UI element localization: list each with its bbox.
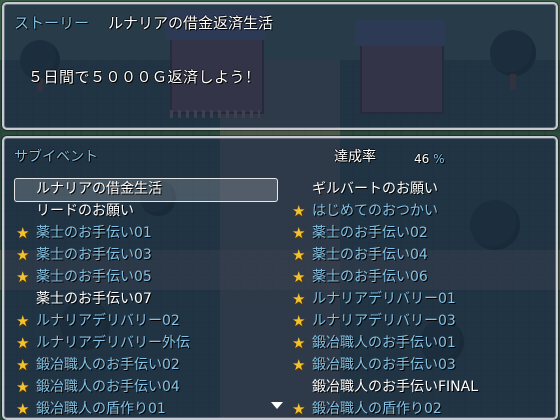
subevent-item[interactable]: ★ 薬士のお手伝い05	[16, 266, 286, 288]
star-icon: ★	[292, 312, 306, 330]
star-icon: ★	[292, 400, 306, 418]
subevent-item[interactable]: ★ 鍛冶職人のお手伝い04	[16, 376, 286, 398]
subevent-item-label: ルナリアデリバリー03	[312, 313, 456, 329]
star-icon: ★	[292, 224, 306, 242]
star-icon: ★	[16, 334, 30, 352]
subevent-item[interactable]: 鍛冶職人のお手伝いFINAL	[292, 376, 560, 398]
subevent-item-label: ギルバートのお願い	[312, 181, 438, 197]
subevent-window: サブイベント 達成率 46 % ルナリアの借金生活 リードのお願い ★ 薬士のお手伝い…	[2, 136, 558, 420]
subevent-item[interactable]: ★ 薬士のお手伝い03	[16, 244, 286, 266]
subevent-item[interactable]: ★ 鍛冶職人のお手伝い01	[292, 332, 560, 354]
subevent-item[interactable]: ★ ルナリアデリバリー03	[292, 310, 560, 332]
completion-rate-number: 46	[414, 152, 430, 166]
subevent-item-label: 鍛冶職人の盾作り02	[312, 401, 442, 417]
scroll-down-arrow-icon[interactable]	[271, 402, 283, 409]
subevent-item-label: 鍛冶職人のお手伝い03	[312, 357, 456, 373]
star-icon: ★	[16, 224, 30, 242]
star-icon: ★	[16, 312, 30, 330]
completion-rate-label: 達成率	[334, 149, 376, 165]
subevent-item-label: 薬士のお手伝い07	[36, 291, 152, 307]
subevent-item-label: 薬士のお手伝い04	[312, 247, 428, 263]
subevent-item[interactable]: ギルバートのお願い	[292, 178, 560, 200]
subevent-item[interactable]: ルナリアの借金生活	[16, 178, 286, 200]
subevent-item-label: 鍛冶職人のお手伝い04	[36, 379, 180, 395]
subevent-item-label: 鍛冶職人のお手伝い02	[36, 357, 180, 373]
subevent-item[interactable]: ★ 薬士のお手伝い04	[292, 244, 560, 266]
subevent-item[interactable]: ★ 薬士のお手伝い01	[16, 222, 286, 244]
subevent-item-label: ルナリアデリバリー01	[312, 291, 456, 307]
subevent-item-label: ルナリアの借金生活	[36, 181, 162, 197]
subevent-item[interactable]: リードのお願い	[16, 200, 286, 222]
subevent-item-label: 鍛冶職人の盾作り01	[36, 401, 166, 417]
star-icon: ★	[16, 356, 30, 374]
subevent-header: サブイベント	[14, 149, 98, 165]
subevent-item-label: はじめてのおつかい	[312, 203, 438, 219]
subevent-item-label: リードのお願い	[36, 203, 134, 219]
star-icon: ★	[16, 246, 30, 264]
story-goal-text: ５日間で５０００Ｇ返済しよう！	[28, 68, 261, 86]
subevent-item[interactable]: ★ 薬士のお手伝い06	[292, 266, 560, 288]
subevent-item-label: 薬士のお手伝い02	[312, 225, 428, 241]
star-icon: ★	[292, 202, 306, 220]
completion-rate-value: 46 %	[414, 150, 445, 168]
subevent-item[interactable]: ★ 鍛冶職人のお手伝い03	[292, 354, 560, 376]
subevent-item[interactable]: ★ 鍛冶職人の盾作り02	[292, 398, 560, 420]
subevent-item[interactable]: 薬士のお手伝い07	[16, 288, 286, 310]
star-icon: ★	[292, 334, 306, 352]
star-icon: ★	[16, 378, 30, 396]
subevent-item-label: 鍛冶職人のお手伝い01	[312, 335, 456, 351]
subevent-item[interactable]: ★ 薬士のお手伝い02	[292, 222, 560, 244]
star-icon: ★	[292, 356, 306, 374]
subevent-item-label: 薬士のお手伝い03	[36, 247, 152, 263]
subevent-item[interactable]: ★ はじめてのおつかい	[292, 200, 560, 222]
subevent-item-label: 薬士のお手伝い01	[36, 225, 152, 241]
story-label: ストーリー	[14, 14, 90, 32]
subevent-item-label: 鍛冶職人のお手伝いFINAL	[312, 379, 479, 395]
subevent-item-label: 薬士のお手伝い05	[36, 269, 152, 285]
star-icon: ★	[16, 400, 30, 418]
subevent-item-label: ルナリアデリバリー02	[36, 313, 180, 329]
subevent-item-label: ルナリアデリバリー外伝	[36, 335, 190, 351]
star-icon: ★	[292, 290, 306, 308]
star-icon: ★	[16, 268, 30, 286]
star-icon: ★	[292, 246, 306, 264]
story-title: ルナリアの借金返済生活	[108, 14, 274, 32]
subevent-item-label: 薬士のお手伝い06	[312, 269, 428, 285]
subevent-item[interactable]: ★ 鍛冶職人の盾作り01	[16, 398, 286, 420]
story-window: ストーリー ルナリアの借金返済生活 ５日間で５０００Ｇ返済しよう！	[2, 2, 558, 130]
star-icon: ★	[292, 268, 306, 286]
subevent-item[interactable]: ★ ルナリアデリバリー02	[16, 310, 286, 332]
subevent-item[interactable]: ★ 鍛冶職人のお手伝い02	[16, 354, 286, 376]
completion-rate-unit: %	[433, 152, 445, 166]
subevent-item[interactable]: ★ ルナリアデリバリー外伝	[16, 332, 286, 354]
subevent-item[interactable]: ★ ルナリアデリバリー01	[292, 288, 560, 310]
